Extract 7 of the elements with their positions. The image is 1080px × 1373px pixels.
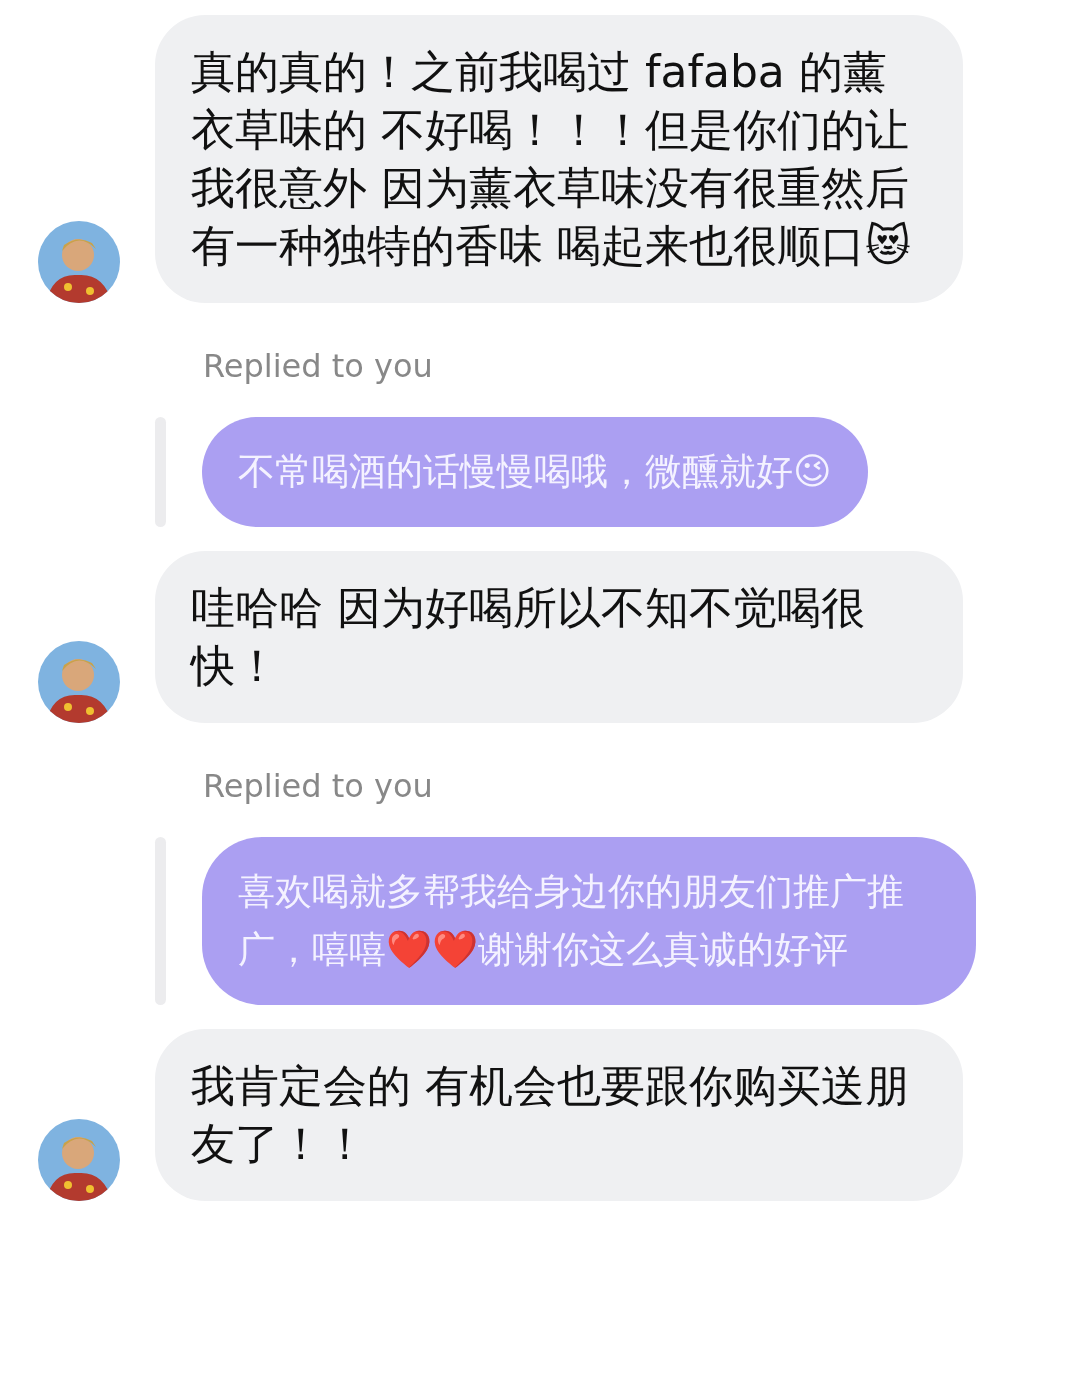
message-bubble: 哇哈哈 因为好喝所以不知不觉喝很快！ bbox=[155, 551, 963, 723]
message-bubble: 我肯定会的 有机会也要跟你购买送朋友了！！ bbox=[155, 1029, 963, 1201]
quoted-message: 不常喝酒的话慢慢喝哦，微醺就好😉 bbox=[202, 417, 868, 527]
reply-label: Replied to you bbox=[203, 767, 434, 805]
quoted-message: 喜欢喝就多帮我给身边你的朋友们推广推广，嘻嘻❤❤谢谢你这么真诚的好评 bbox=[202, 837, 976, 1005]
message-bubble: 真的真的！之前我喝过 fafaba 的薰衣草味的 不好喝！！！但是你们的让我很意外 因为薰衣草味没有很重然后有一种独特的香味 喝起来也很顺口😻 bbox=[155, 15, 963, 303]
reply-label: Replied to you bbox=[203, 347, 434, 385]
